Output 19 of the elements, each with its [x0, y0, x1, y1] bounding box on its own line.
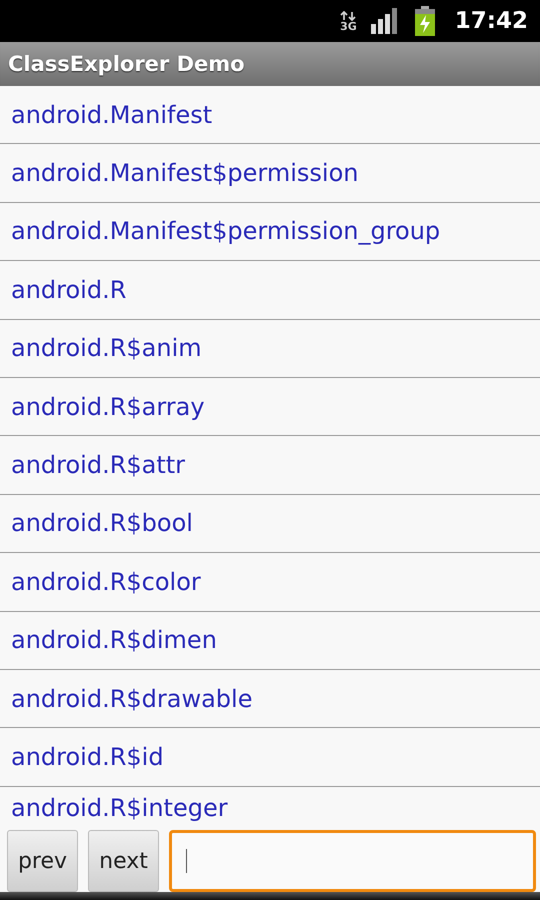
- class-list-item[interactable]: android.R$id: [0, 728, 540, 787]
- class-list-item[interactable]: android.R$drawable: [0, 670, 540, 728]
- app-title: ClassExplorer Demo: [8, 52, 245, 76]
- battery-charging-icon: [414, 6, 435, 36]
- class-list-item[interactable]: android.R$bool: [0, 494, 540, 554]
- clock-time: 17:42: [454, 8, 528, 34]
- class-list-item[interactable]: android.Manifest: [0, 86, 540, 144]
- class-list-item[interactable]: android.R$dimen: [0, 612, 540, 670]
- class-list-item[interactable]: android.R$color: [0, 553, 540, 612]
- class-list-item[interactable]: android.R$attr: [0, 436, 540, 495]
- class-list-item[interactable]: android.Manifest$permission_group: [0, 202, 540, 262]
- nav-button[interactable]: prev: [7, 830, 78, 892]
- class-list-item[interactable]: android.R: [0, 261, 540, 320]
- nav-button[interactable]: next: [88, 830, 159, 892]
- class-list-item[interactable]: android.Manifest$permission: [0, 144, 540, 203]
- class-list-item[interactable]: android.R$array: [0, 378, 540, 436]
- class-list-item[interactable]: android.R$anim: [0, 320, 540, 378]
- class-list-item[interactable]: android.R$integer: [0, 786, 540, 830]
- input-field[interactable]: [169, 830, 536, 892]
